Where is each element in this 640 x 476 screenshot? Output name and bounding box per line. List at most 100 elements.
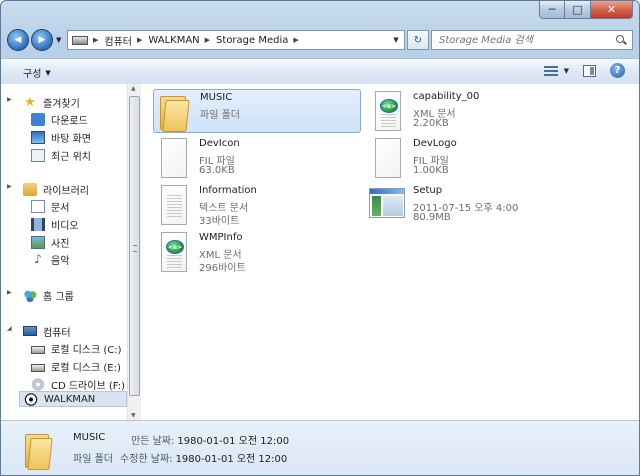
command-bar: 구성 ▼ ▼ ? bbox=[1, 58, 639, 85]
details-modified-row: 수정한 날짜: 1980-01-01 오전 12:00 bbox=[120, 450, 287, 465]
sidebar-item-music[interactable]: ♪ 음악 bbox=[31, 251, 69, 267]
breadcrumb-arrow-icon[interactable]: ▶ bbox=[93, 36, 98, 44]
cd-drive-icon bbox=[31, 377, 45, 391]
sidebar-item-local-disk-c[interactable]: 로컬 디스크 (C:) bbox=[31, 340, 122, 356]
expand-libraries-icon[interactable]: ▶ bbox=[7, 183, 12, 190]
search-icon[interactable] bbox=[616, 35, 626, 45]
forward-button[interactable]: ▶ bbox=[31, 29, 53, 51]
search-box[interactable] bbox=[431, 30, 633, 50]
change-view-icon[interactable] bbox=[543, 65, 558, 77]
expand-homegroup-icon[interactable]: ▶ bbox=[7, 289, 12, 296]
navigation-bar: ◀ ▶ ▼ ▶ 컴퓨터 ▶ WALKMAN ▶ Storage Media ▶ … bbox=[7, 26, 633, 54]
star-icon: ★ bbox=[24, 94, 36, 110]
scrollbar-thumb[interactable] bbox=[129, 96, 140, 396]
file-list: MUSIC 파일 폴더 <e> capability_00 XML 문서 2.2… bbox=[141, 84, 639, 420]
details-modified-value: 1980-01-01 오전 12:00 bbox=[175, 454, 288, 465]
navigation-pane: ▶ ★ 즐겨찾기 다운로드 바탕 화면 최근 위치 ▶ 라이브러리 문서 비디오… bbox=[1, 84, 127, 420]
breadcrumb-storage-media[interactable]: Storage Media bbox=[216, 35, 288, 46]
desktop-icon bbox=[31, 130, 45, 144]
sidebar-item-libraries[interactable]: 라이브러리 bbox=[23, 181, 89, 197]
sidebar-item-cd-drive-f[interactable]: CD 드라이브 (F:) bbox=[31, 376, 125, 392]
recent-pages-dropdown[interactable]: ▼ bbox=[56, 36, 61, 44]
sidebar-item-documents[interactable]: 문서 bbox=[31, 198, 69, 214]
address-dropdown-icon[interactable]: ▼ bbox=[388, 31, 404, 49]
file-tile-devicon[interactable]: DevIcon FIL 파일 63.0KB bbox=[153, 136, 361, 180]
file-name: WMPInfo bbox=[199, 232, 243, 243]
breadcrumb-arrow-icon[interactable]: ▶ bbox=[293, 36, 298, 44]
sidebar-item-favorites[interactable]: ★ 즐겨찾기 bbox=[23, 94, 80, 110]
sidebar-item-label: 라이브러리 bbox=[43, 185, 89, 197]
breadcrumb-walkman[interactable]: WALKMAN bbox=[148, 35, 199, 46]
sidebar-item-downloads[interactable]: 다운로드 bbox=[31, 111, 88, 127]
view-options-chevron-icon[interactable]: ▼ bbox=[564, 67, 569, 75]
sidebar-item-label: 로컬 디스크 (C:) bbox=[51, 344, 122, 356]
downloads-folder-icon bbox=[31, 112, 45, 126]
minimize-button[interactable]: ─ bbox=[539, 1, 565, 19]
breadcrumb-arrow-icon[interactable]: ▶ bbox=[137, 36, 142, 44]
maximize-button[interactable]: □ bbox=[565, 1, 591, 19]
refresh-icon: ↻ bbox=[413, 34, 423, 46]
folder-icon bbox=[25, 430, 53, 470]
organize-label: 구성 bbox=[23, 69, 42, 80]
file-name: MUSIC bbox=[200, 92, 233, 103]
file-tile-devlogo[interactable]: DevLogo FIL 파일 1.00KB bbox=[367, 136, 575, 180]
breadcrumb-arrow-icon[interactable]: ▶ bbox=[205, 36, 210, 44]
details-created-row: 만든 날짜: 1980-01-01 오전 12:00 bbox=[131, 432, 289, 447]
sidebar-item-label: WALKMAN bbox=[44, 393, 96, 405]
file-name: DevLogo bbox=[413, 138, 457, 149]
file-size: 2.20KB bbox=[413, 118, 449, 129]
grip-icon bbox=[133, 245, 137, 252]
navigation-pane-scrollbar[interactable]: ▲ ▼ bbox=[127, 84, 141, 420]
drive-icon bbox=[72, 35, 88, 45]
sidebar-item-pictures[interactable]: 사진 bbox=[31, 234, 69, 250]
sidebar-item-recent-places[interactable]: 최근 위치 bbox=[31, 147, 91, 163]
homegroup-icon bbox=[23, 288, 37, 302]
file-icon bbox=[159, 138, 189, 178]
file-name: capability_00 bbox=[413, 91, 480, 102]
file-type: 파일 폴더 bbox=[200, 110, 240, 121]
file-name: Setup bbox=[413, 185, 443, 196]
refresh-button[interactable]: ↻ bbox=[407, 30, 429, 50]
organize-button[interactable]: 구성 ▼ bbox=[23, 65, 51, 81]
file-tile-music[interactable]: MUSIC 파일 폴더 bbox=[153, 89, 361, 133]
file-tile-capability-00[interactable]: <e> capability_00 XML 문서 2.20KB bbox=[367, 89, 575, 133]
sidebar-item-label: CD 드라이브 (F:) bbox=[51, 380, 125, 392]
collapse-computer-icon[interactable]: ◢ bbox=[7, 325, 12, 332]
file-tile-information[interactable]: Information 텍스트 문서 33바이트 bbox=[153, 183, 361, 227]
back-button[interactable]: ◀ bbox=[7, 29, 29, 51]
chevron-down-icon: ▼ bbox=[45, 68, 51, 77]
file-size: 33바이트 bbox=[199, 216, 240, 227]
sidebar-item-local-disk-e[interactable]: 로컬 디스크 (E:) bbox=[31, 358, 121, 374]
hard-drive-icon bbox=[31, 363, 45, 372]
sidebar-item-walkman[interactable]: WALKMAN bbox=[19, 391, 127, 407]
sidebar-item-desktop[interactable]: 바탕 화면 bbox=[31, 129, 91, 145]
file-tile-wmpinfo[interactable]: <e> WMPInfo XML 문서 296바이트 bbox=[153, 230, 361, 274]
pictures-icon bbox=[31, 235, 45, 249]
explorer-window: ─ □ ✕ ◀ ▶ ▼ ▶ 컴퓨터 ▶ WALKMAN ▶ Storage Me… bbox=[0, 0, 640, 476]
music-note-icon: ♪ bbox=[34, 251, 42, 266]
sidebar-item-label: 즐겨찾기 bbox=[43, 98, 80, 110]
sidebar-item-label: 다운로드 bbox=[51, 115, 88, 127]
address-bar[interactable]: ▶ 컴퓨터 ▶ WALKMAN ▶ Storage Media ▶ ▼ bbox=[67, 30, 405, 50]
preview-pane-icon[interactable] bbox=[583, 64, 596, 77]
file-tile-setup[interactable]: Setup 2011-07-15 오후 4:00 80.9MB bbox=[367, 183, 575, 227]
details-created-value: 1980-01-01 오전 12:00 bbox=[177, 436, 290, 447]
window-caption-buttons: ─ □ ✕ bbox=[539, 1, 633, 19]
close-button[interactable]: ✕ bbox=[591, 1, 633, 19]
sidebar-item-label: 바탕 화면 bbox=[51, 133, 91, 145]
expand-favorites-icon[interactable]: ▶ bbox=[7, 96, 12, 103]
sidebar-item-homegroup[interactable]: 홈 그룹 bbox=[23, 287, 74, 303]
scroll-down-icon[interactable]: ▼ bbox=[131, 412, 136, 419]
details-type: 파일 폴더 bbox=[73, 454, 113, 465]
scroll-up-icon[interactable]: ▲ bbox=[131, 85, 136, 92]
details-pane: MUSIC 파일 폴더 만든 날짜: 1980-01-01 오전 12:00 수정… bbox=[1, 420, 639, 475]
sidebar-item-label: 컴퓨터 bbox=[43, 327, 71, 339]
videos-icon bbox=[31, 217, 45, 231]
search-input[interactable] bbox=[432, 33, 611, 47]
sidebar-item-videos[interactable]: 비디오 bbox=[31, 216, 79, 232]
breadcrumb-computer[interactable]: 컴퓨터 bbox=[104, 33, 132, 48]
recent-places-icon bbox=[31, 148, 45, 162]
sidebar-item-computer[interactable]: 컴퓨터 bbox=[23, 323, 71, 339]
help-icon[interactable]: ? bbox=[610, 63, 625, 78]
walkman-device-icon bbox=[24, 392, 38, 406]
